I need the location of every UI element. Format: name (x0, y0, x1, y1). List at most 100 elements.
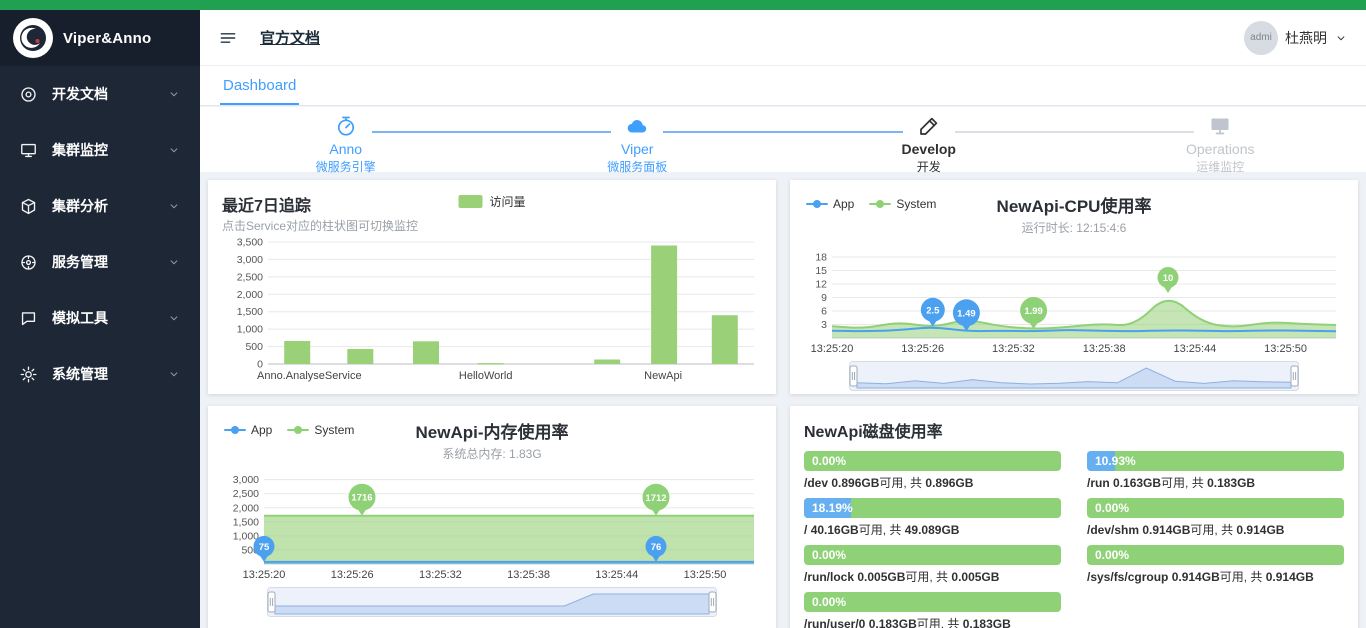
legend-marker (806, 200, 828, 208)
svg-text:1.49: 1.49 (957, 308, 976, 319)
svg-text:1,000: 1,000 (233, 530, 259, 542)
disk-usage-item: 0.00% /sys/fs/cgroup 0.914GB可用, 共 0.914GB (1087, 545, 1344, 585)
datazoom-handle[interactable] (267, 591, 276, 613)
svg-text:500: 500 (245, 341, 263, 353)
legend-item-visits[interactable]: 访问量 (458, 193, 526, 210)
tab-bar: Dashboard (200, 66, 1366, 106)
legend-item-app[interactable]: App (224, 423, 272, 437)
sidebar-item-4[interactable]: 服务管理 (0, 234, 200, 290)
screen-icon (1211, 118, 1229, 135)
step-icon-wrap (492, 113, 784, 139)
memory-datazoom-slider[interactable] (267, 587, 717, 617)
svg-text:HelloWorld: HelloWorld (459, 370, 513, 382)
svg-text:1712: 1712 (645, 493, 666, 504)
svg-text:1,500: 1,500 (233, 516, 259, 528)
sidebar-item-3[interactable]: 集群分析 (0, 178, 200, 234)
memory-line-chart[interactable]: 5001,0001,5002,0002,5003,000751716 171276… (222, 464, 762, 582)
panel-memory: App System NewApi-内存使用率 系统总内存: 1.83G 500 1… (208, 406, 776, 628)
logo-text: Viper&Anno (63, 29, 152, 47)
svg-text:2,000: 2,000 (237, 289, 263, 301)
disk-usage-bar: 18.19% (804, 498, 1061, 518)
panel-subtitle: 系统总内存: 1.83G (442, 447, 542, 461)
svg-text:13:25:20: 13:25:20 (243, 569, 286, 581)
legend-marker (869, 200, 892, 208)
disk-usage-label: /run/user/0 0.183GB可用, 共 0.183GB (804, 617, 1011, 628)
step-develop[interactable]: Develop 开发 (783, 113, 1195, 174)
service-bar[interactable] (284, 341, 311, 364)
step-icon-wrap (200, 113, 492, 139)
caret-down-icon[interactable] (1334, 31, 1348, 45)
disk-usage-percent: 10.93% (1095, 454, 1136, 468)
step-viper[interactable]: Viper 微服务面板 (492, 113, 903, 174)
cpu-line-chart[interactable]: 36 912 1518 2.5 1.49 1.99 10 13:25:20 13:25:26 13… (804, 238, 1344, 356)
disk-usage-bar: 0.00% (1087, 545, 1344, 565)
menu-toggle-button[interactable] (218, 28, 238, 48)
service-bar[interactable] (594, 359, 621, 365)
service-bar[interactable] (477, 363, 504, 365)
svg-text:18: 18 (815, 252, 827, 264)
svg-text:15: 15 (815, 265, 827, 277)
disk-usage-label: /dev 0.896GB可用, 共 0.896GB (804, 476, 974, 490)
svg-text:NewApi: NewApi (644, 370, 682, 382)
weekly-bar-chart[interactable]: 0 500 1,000 1,500 2,000 2,500 3,000 3,500 Anno.A… (222, 236, 762, 384)
sidebar-item-2[interactable]: 集群监控 (0, 122, 200, 178)
svg-text:13:25:44: 13:25:44 (595, 569, 638, 581)
legend-swatch (458, 195, 483, 208)
sidebar-item-label: 服务管理 (52, 254, 108, 270)
legend-label: System (314, 423, 355, 437)
app-window: Viper&Anno 开发文档 集群监控 集群分析服务管理模拟工具系统管理 官方文档… (0, 0, 1366, 628)
tools-icon (21, 311, 36, 325)
disk-usage-percent: 0.00% (812, 595, 847, 609)
legend: App System (806, 197, 936, 211)
tab-dashboard[interactable]: Dashboard (220, 77, 300, 105)
legend-item-app[interactable]: App (806, 197, 854, 211)
caret-icon (170, 148, 178, 153)
disk-usage-item: 0.00% /dev 0.896GB可用, 共 0.896GB (804, 451, 1061, 491)
panel-disk: NewApi磁盘使用率 0.00% /dev 0.896GB可用, 共 0.896… (790, 406, 1358, 628)
disk-usage-percent: 0.00% (1095, 501, 1130, 515)
top-green-bar (0, 0, 1366, 10)
sidebar-menu: 开发文档 集群监控 集群分析服务管理模拟工具系统管理 (0, 66, 200, 402)
sidebar-item-5[interactable]: 模拟工具 (0, 290, 200, 346)
panel-subtitle: 点击Service对应的柱状图可切换监控 (222, 219, 419, 233)
service-bar[interactable] (413, 341, 439, 364)
sidebar-item-6[interactable]: 系统管理 (0, 346, 200, 402)
svg-text:75: 75 (259, 542, 270, 553)
dashboard-panels: 最近7日追踪 访问量 点击Service对应的柱状图可切换监控 0 500 1,00… (200, 172, 1366, 628)
docs-icon (21, 86, 36, 102)
svg-text:13:25:26: 13:25:26 (901, 343, 944, 355)
disk-usage-item: 0.00% /run/user/0 0.183GB可用, 共 0.183GB (804, 592, 1061, 628)
caret-icon (170, 372, 178, 377)
disk-usage-label: /run/lock 0.005GB可用, 共 0.005GB (804, 570, 1000, 584)
datazoom-handle[interactable] (1290, 365, 1299, 387)
sidebar-item-1[interactable]: 开发文档 (0, 66, 200, 122)
datazoom-handle[interactable] (708, 591, 717, 613)
panel-cpu: App System NewApi-CPU使用率 运行时长: 12:15:4:6 … (790, 180, 1358, 394)
sidebar-item-label: 系统管理 (52, 366, 108, 382)
service-bar[interactable] (651, 245, 678, 365)
gauge-icon (337, 116, 354, 136)
caret-icon (170, 204, 178, 209)
disk-usage-percent: 0.00% (812, 548, 847, 562)
service-bar[interactable] (347, 349, 374, 364)
disk-usage-label: /run 0.163GB可用, 共 0.183GB (1087, 476, 1256, 490)
svg-text:2.5: 2.5 (926, 305, 940, 316)
legend-item-system[interactable]: System (287, 423, 354, 437)
svg-text:13:25:20: 13:25:20 (811, 343, 854, 355)
legend-item-system[interactable]: System (869, 197, 936, 211)
step-anno[interactable]: Anno 微服务引擎 (200, 113, 612, 174)
legend: App System (224, 423, 354, 437)
svg-text:13:25:44: 13:25:44 (1173, 343, 1216, 355)
avatar[interactable]: admi (1244, 20, 1278, 55)
service-bar[interactable] (711, 315, 738, 364)
pencil-icon (919, 117, 937, 135)
value-pin: 10 (1157, 267, 1179, 293)
step-title: Anno (329, 141, 363, 157)
app-logo[interactable]: Viper&Anno (0, 10, 200, 66)
datazoom-handle[interactable] (849, 365, 858, 387)
cpu-datazoom-slider[interactable] (849, 361, 1299, 391)
step-operations[interactable]: Operations 运维监控 (1075, 113, 1366, 174)
official-docs-link[interactable]: 官方文档 (260, 27, 320, 48)
legend-marker (287, 426, 310, 434)
user-menu[interactable]: admi 杜燕明 (1244, 20, 1348, 55)
